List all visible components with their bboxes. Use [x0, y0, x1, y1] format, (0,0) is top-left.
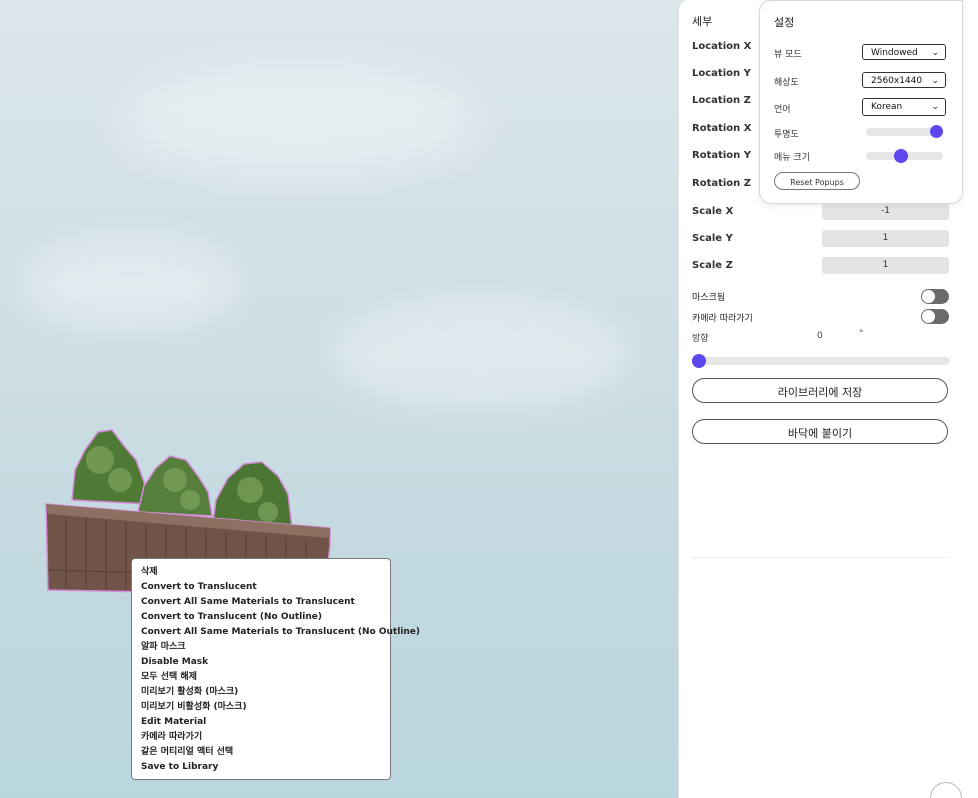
- context-menu-item[interactable]: 미리보기 비활성화 (마스크): [132, 700, 390, 715]
- scale-z-field[interactable]: 1: [822, 257, 949, 274]
- context-menu-item[interactable]: 카메라 따라가기: [132, 730, 390, 745]
- menu-size-slider-handle[interactable]: [894, 149, 909, 163]
- context-menu-item[interactable]: Disable Mask: [132, 655, 390, 670]
- direction-value: 0: [817, 331, 823, 341]
- context-menu-item[interactable]: 같은 머티리얼 액터 선택: [132, 745, 390, 760]
- scale-x-label: Scale X: [692, 206, 734, 217]
- language-label: 언어: [774, 105, 791, 115]
- location-x-label: Location X: [692, 41, 752, 52]
- direction-unit: °: [859, 329, 864, 339]
- scale-z-label: Scale Z: [692, 260, 733, 271]
- reset-popups-button[interactable]: Reset Popups: [774, 172, 860, 190]
- cloud: [120, 60, 480, 180]
- context-menu-item[interactable]: 삭제: [132, 565, 390, 580]
- transparency-label: 투명도: [774, 130, 799, 140]
- resolution-select[interactable]: 2560x1440 ⌄: [862, 72, 946, 88]
- location-z-label: Location Z: [692, 95, 751, 106]
- save-to-library-button[interactable]: 라이브러리에 저장: [692, 378, 948, 403]
- chevron-down-icon: ⌄: [931, 102, 939, 112]
- cloud: [20, 240, 240, 330]
- camera-follow-toggle[interactable]: [921, 309, 949, 324]
- details-title: 세부: [692, 15, 713, 28]
- rotation-x-label: Rotation X: [692, 123, 752, 134]
- menu-size-label: 메뉴 크기: [774, 153, 810, 163]
- language-select[interactable]: Korean ⌄: [862, 98, 946, 116]
- context-menu-item[interactable]: 모두 선택 해제: [132, 670, 390, 685]
- context-menu-item[interactable]: 미리보기 활성화 (마스크): [132, 685, 390, 700]
- settings-title: 설정: [774, 16, 795, 29]
- context-menu-item[interactable]: Convert All Same Materials to Translucen…: [132, 625, 420, 640]
- scale-x-field[interactable]: -1: [822, 203, 949, 220]
- context-menu-item[interactable]: Convert All Same Materials to Translucen…: [132, 595, 390, 610]
- direction-slider-handle[interactable]: [692, 354, 706, 368]
- context-menu-item[interactable]: 알파 마스크: [132, 640, 390, 655]
- resolution-value: 2560x1440: [871, 76, 923, 86]
- snap-to-floor-button[interactable]: 바닥에 붙이기: [692, 419, 948, 444]
- context-menu-item[interactable]: Edit Material: [132, 715, 390, 730]
- view-mode-label: 뷰 모드: [774, 50, 802, 60]
- transparency-slider-handle[interactable]: [930, 125, 943, 138]
- chevron-down-icon: ⌄: [931, 76, 939, 86]
- rotation-z-label: Rotation Z: [692, 178, 752, 189]
- direction-label: 방향: [692, 334, 709, 344]
- cloud: [330, 300, 630, 410]
- masked-toggle[interactable]: [921, 289, 949, 304]
- context-menu-item[interactable]: Convert to Translucent (No Outline): [132, 610, 390, 625]
- resolution-label: 해상도: [774, 78, 799, 88]
- context-menu: 삭제 Convert to Translucent Convert All Same…: [131, 558, 420, 780]
- toggle-knob: [922, 310, 935, 323]
- location-y-label: Location Y: [692, 68, 751, 79]
- context-menu-item[interactable]: Save to Library: [132, 760, 390, 775]
- camera-follow-label: 카메라 따라가기: [692, 314, 753, 324]
- language-value: Korean: [871, 102, 903, 112]
- view-mode-value: Windowed: [871, 48, 918, 58]
- direction-slider-track[interactable]: [692, 357, 950, 365]
- rotation-y-label: Rotation Y: [692, 150, 752, 161]
- settings-popup: 설정 뷰 모드 Windowed ⌄ 해상도 2560x1440 ⌄ 언어 Ko…: [759, 0, 963, 204]
- masked-label: 마스크됨: [692, 293, 726, 303]
- scale-y-label: Scale Y: [692, 233, 733, 244]
- view-mode-select[interactable]: Windowed ⌄: [862, 44, 946, 60]
- chevron-down-icon: ⌄: [931, 48, 939, 58]
- toggle-knob: [922, 290, 935, 303]
- scale-y-field[interactable]: 1: [822, 230, 949, 247]
- context-menu-item[interactable]: Convert to Translucent: [132, 580, 390, 595]
- divider: [692, 557, 949, 558]
